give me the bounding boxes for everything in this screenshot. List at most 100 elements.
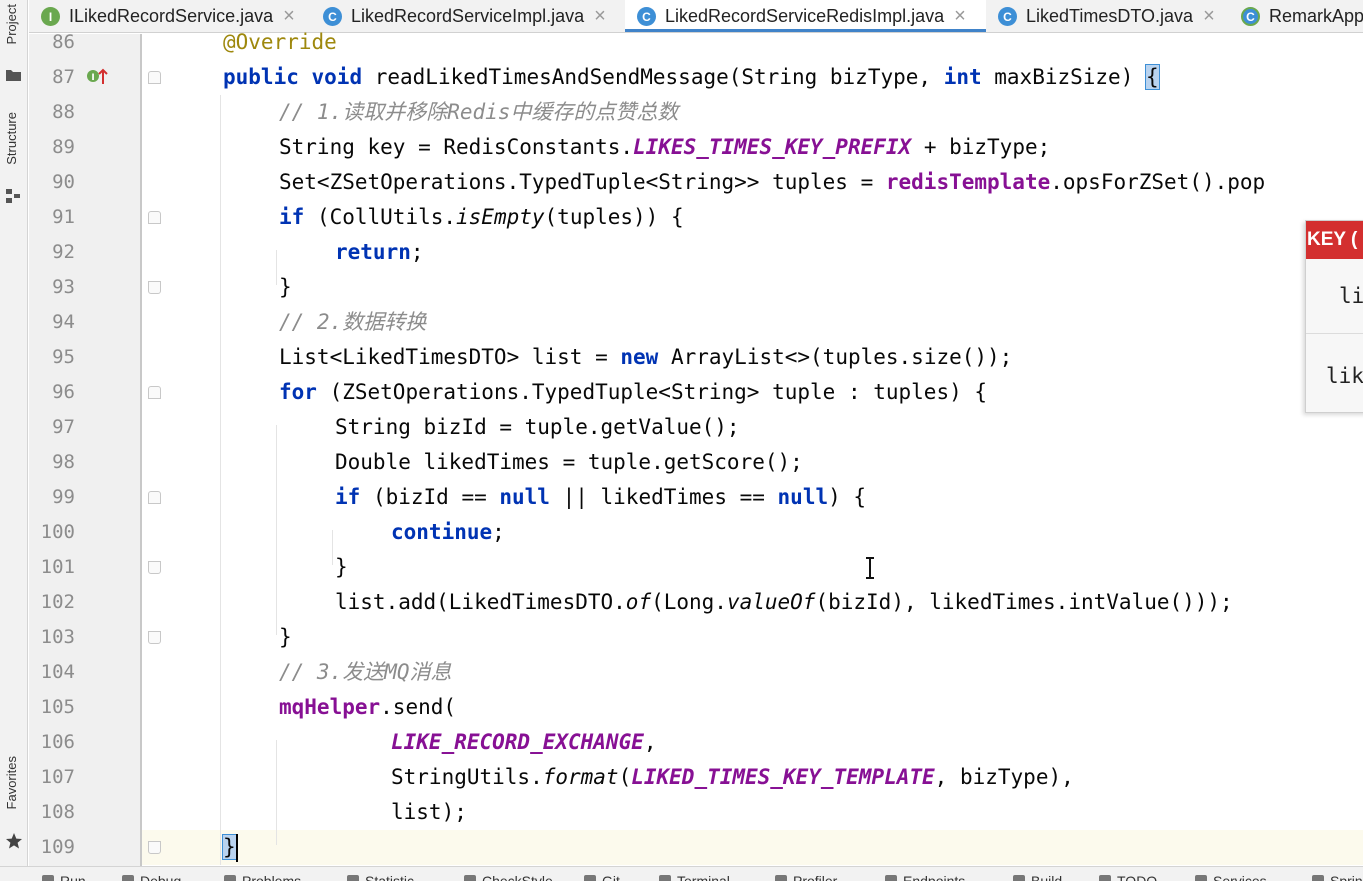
line-number: 100 [40, 521, 75, 543]
code-line-105: mqHelper.send( [279, 695, 457, 719]
code-line-97: String bizId = tuple.getValue(); [335, 415, 740, 439]
bottom-tool-label: CheckStyle [482, 873, 553, 881]
bottom-tool-endpoints[interactable]: Endpoints [885, 873, 965, 881]
code-line-101: } [335, 555, 348, 579]
bottom-tool-build[interactable]: Build [1013, 873, 1062, 881]
code-line-109: } [222, 830, 237, 865]
bottom-tool-terminal[interactable]: Terminal [659, 873, 730, 881]
indent-guide [220, 95, 221, 865]
matched-brace: } [222, 834, 237, 860]
favorites-tool-button[interactable]: Favorites [0, 756, 28, 856]
fold-marker[interactable] [148, 386, 161, 399]
bottom-tool-label: Endpoints [903, 873, 966, 881]
debug-icon [122, 875, 134, 881]
line-number: 105 [40, 696, 75, 718]
fold-marker[interactable] [148, 491, 161, 504]
code-line-108: list); [391, 800, 467, 824]
indent-guide [276, 425, 277, 635]
text-caret [236, 834, 238, 862]
code-line-100: continue; [391, 520, 505, 544]
checkstyle-icon [464, 875, 476, 881]
code-line-91: if (CollUtils.isEmpty(tuples)) { [279, 205, 684, 229]
key-popup[interactable]: KEY ( li lik [1305, 220, 1363, 413]
code-line-98: Double likedTimes = tuple.getScore(); [335, 450, 803, 474]
code-line-103: } [279, 625, 292, 649]
bottom-tool-todo[interactable]: TODO [1099, 873, 1157, 881]
bottom-tool-bar: Run Debug Problems Statistic CheckStyle Git Te… [0, 866, 1363, 881]
star-icon [6, 833, 22, 849]
line-number: 102 [40, 591, 75, 613]
code-editor[interactable]: @Override public void readLikedTimesAndS… [166, 25, 1363, 868]
fold-marker[interactable] [148, 841, 161, 854]
structure-icon [6, 189, 20, 203]
bottom-tool-label: Terminal [677, 873, 730, 881]
line-number: 95 [52, 346, 75, 368]
line-number: 94 [52, 311, 75, 333]
line-number: 92 [52, 241, 75, 263]
bottom-tool-run[interactable]: Run [42, 873, 86, 881]
line-number: 88 [52, 101, 75, 123]
code-line-88: // 1.读取并移除Redis中缓存的点赞总数 [279, 100, 679, 124]
bottom-tool-debug[interactable]: Debug [122, 873, 181, 881]
project-label: Project [4, 4, 19, 45]
bottom-tool-git[interactable]: Git [584, 873, 620, 881]
bottom-tool-services[interactable]: Services [1195, 873, 1267, 881]
bottom-tool-statistic[interactable]: Statistic [347, 873, 414, 881]
fold-marker[interactable] [148, 561, 161, 574]
tab-label: ILikedRecordService.java [69, 6, 274, 26]
implements-method-icon[interactable]: I [86, 68, 108, 86]
bottom-tool-label: Problems [242, 873, 302, 881]
popup-row[interactable]: lik [1306, 339, 1363, 412]
left-tool-strip: Project Structure Favorites [0, 0, 28, 868]
code-line-104: // 3.发送MQ消息 [279, 660, 452, 684]
line-number: 90 [52, 171, 75, 193]
bottom-tool-label: Git [602, 873, 620, 881]
bottom-tool-label: Spring [1330, 873, 1363, 881]
tab-label: LikedRecordServiceRedisImpl.java [665, 6, 945, 26]
line-number: 96 [52, 381, 75, 403]
fold-marker[interactable] [148, 631, 161, 644]
code-line-90: Set<ZSetOperations.TypedTuple<String>> t… [279, 170, 1266, 194]
folder-icon [6, 70, 21, 81]
code-line-99: if (bizId == null || likedTimes == null)… [335, 485, 867, 509]
indent-guide [276, 250, 277, 285]
fold-marker[interactable] [148, 281, 161, 294]
line-number: 99 [52, 486, 75, 508]
services-icon [1195, 875, 1207, 881]
mouse-ibeam-cursor-icon [866, 557, 874, 579]
svg-text:I: I [91, 73, 94, 83]
spring-icon [1312, 875, 1324, 881]
bottom-tool-problems[interactable]: Problems [224, 873, 301, 881]
fold-marker[interactable] [148, 71, 161, 84]
profiler-icon [775, 875, 787, 881]
bottom-tool-label: Statistic [365, 873, 415, 881]
code-line-89: String key = RedisConstants.LIKES_TIMES_… [279, 135, 1051, 159]
class-icon: C [998, 7, 1017, 26]
bottom-tool-label: Profiler [793, 873, 838, 881]
indent-guide [332, 530, 333, 565]
tab-label: RemarkApp [1269, 6, 1363, 26]
indent-guide [276, 740, 277, 845]
code-line-96: for (ZSetOperations.TypedTuple<String> t… [279, 380, 988, 404]
popup-divider [1306, 333, 1363, 334]
popup-row[interactable]: li [1306, 259, 1363, 333]
git-icon [584, 875, 596, 881]
spring-boot-class-icon: C [1241, 7, 1260, 26]
code-line-94: // 2.数据转换 [279, 310, 427, 334]
line-number: 87 [52, 66, 75, 88]
bottom-tool-spring[interactable]: Spring [1312, 873, 1363, 881]
line-number: 97 [52, 416, 75, 438]
structure-tool-button[interactable]: Structure [0, 112, 28, 207]
bottom-tool-label: TODO [1117, 873, 1158, 881]
line-number: 103 [40, 626, 75, 648]
bottom-tool-label: Services [1213, 873, 1267, 881]
fold-marker[interactable] [148, 211, 161, 224]
code-line-107: StringUtils.format(LIKED_TIMES_KEY_TEMPL… [391, 765, 1074, 789]
line-number: 98 [52, 451, 75, 473]
line-number: 101 [40, 556, 75, 578]
bottom-tool-label: Debug [140, 873, 182, 881]
bottom-tool-checkstyle[interactable]: CheckStyle [464, 873, 553, 881]
bottom-tool-profiler[interactable]: Profiler [775, 873, 837, 881]
line-number: 109 [40, 836, 75, 858]
project-tool-button[interactable]: Project [0, 4, 28, 84]
